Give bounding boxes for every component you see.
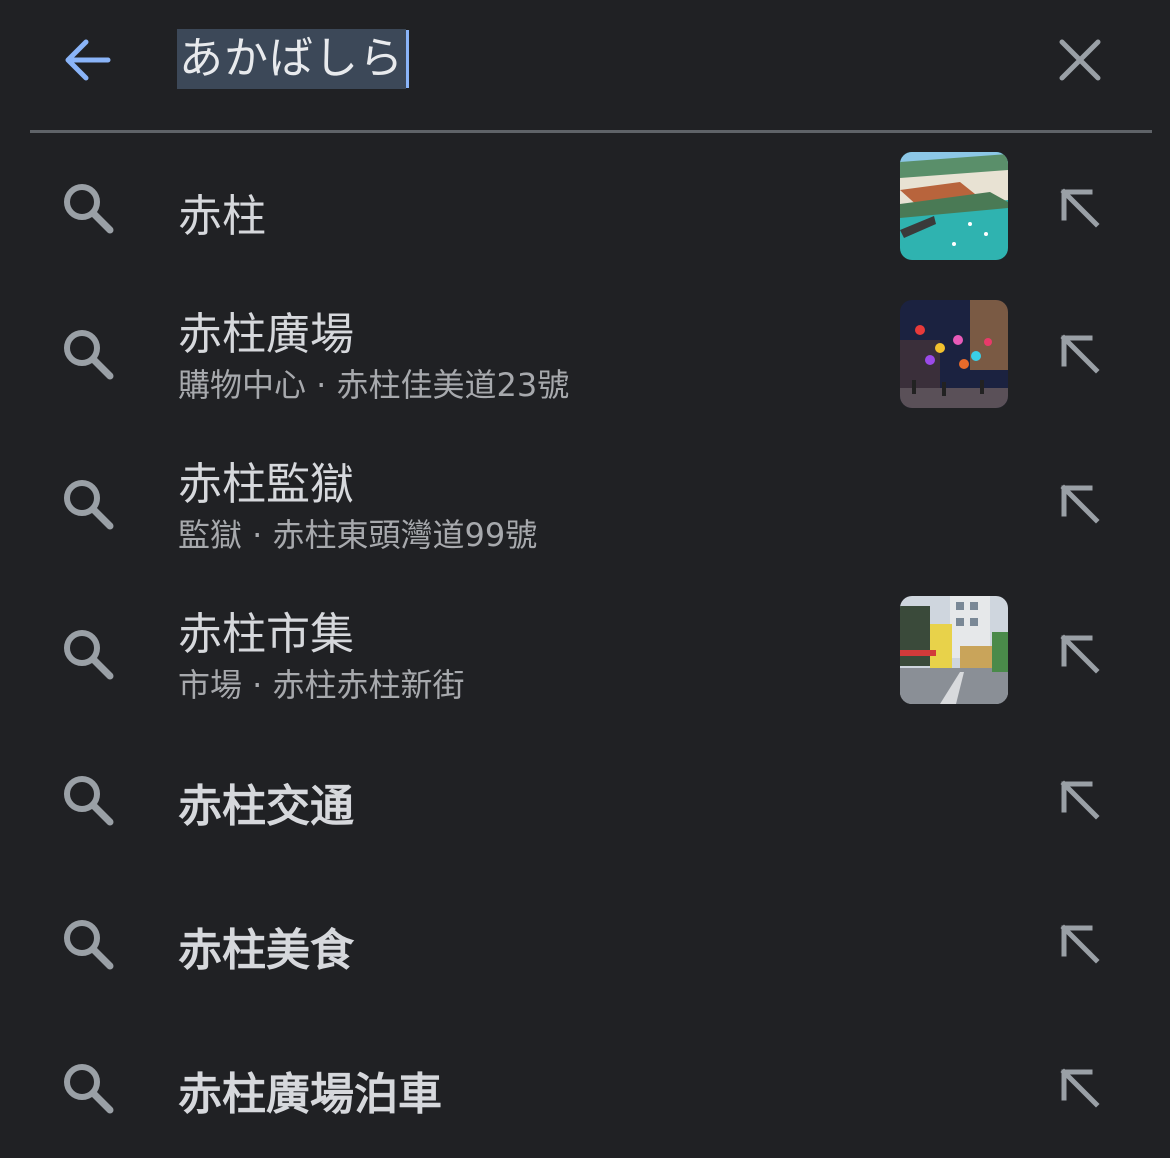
search-input[interactable]: あかばしら bbox=[177, 28, 409, 90]
search-icon bbox=[64, 480, 114, 530]
suggestion-title: 赤柱美食 bbox=[178, 925, 354, 976]
text-caret bbox=[406, 30, 409, 88]
place-thumbnail bbox=[900, 152, 1008, 260]
search-header: あかばしら bbox=[0, 0, 1170, 120]
search-icon bbox=[64, 920, 114, 970]
search-icon bbox=[64, 630, 114, 680]
suggestion-list: 赤柱 赤柱廣場 購物中心 · 赤柱佳美道23號 赤柱監獄 監獄 · 赤柱東頭灣道… bbox=[0, 134, 1170, 1158]
search-icon bbox=[64, 330, 114, 380]
suggestion-item[interactable]: 赤柱廣場泊車 bbox=[0, 1018, 1170, 1158]
arrow-up-left-icon[interactable] bbox=[1052, 626, 1108, 682]
suggestion-title: 赤柱監獄 bbox=[178, 459, 354, 510]
suggestion-title: 赤柱 bbox=[178, 191, 266, 242]
arrow-up-left-icon[interactable] bbox=[1052, 916, 1108, 972]
suggestion-item[interactable]: 赤柱監獄 監獄 · 赤柱東頭灣道99號 bbox=[0, 430, 1170, 580]
search-icon bbox=[64, 184, 114, 234]
arrow-up-left-icon[interactable] bbox=[1052, 180, 1108, 236]
close-icon bbox=[1059, 39, 1101, 81]
header-divider bbox=[30, 130, 1152, 133]
suggestion-item[interactable]: 赤柱美食 bbox=[0, 874, 1170, 1018]
arrow-up-left-icon[interactable] bbox=[1052, 1060, 1108, 1116]
suggestion-item[interactable]: 赤柱交通 bbox=[0, 730, 1170, 874]
search-query-text: あかばしら bbox=[177, 29, 406, 89]
suggestion-title: 赤柱交通 bbox=[178, 781, 354, 832]
suggestion-item[interactable]: 赤柱市集 市場 · 赤柱赤柱新街 bbox=[0, 580, 1170, 730]
suggestion-title: 赤柱市集 bbox=[178, 609, 354, 660]
suggestion-item[interactable]: 赤柱 bbox=[0, 134, 1170, 280]
arrow-left-icon bbox=[65, 39, 111, 81]
suggestion-subtitle: 購物中心 · 赤柱佳美道23號 bbox=[178, 366, 570, 404]
suggestion-title: 赤柱廣場泊車 bbox=[178, 1069, 442, 1120]
back-button[interactable] bbox=[56, 28, 120, 92]
suggestion-subtitle: 市場 · 赤柱赤柱新街 bbox=[178, 666, 465, 704]
search-icon bbox=[64, 1064, 114, 1114]
suggestion-item[interactable]: 赤柱廣場 購物中心 · 赤柱佳美道23號 bbox=[0, 280, 1170, 430]
place-thumbnail bbox=[900, 596, 1008, 704]
place-thumbnail bbox=[900, 300, 1008, 408]
arrow-up-left-icon[interactable] bbox=[1052, 772, 1108, 828]
arrow-up-left-icon[interactable] bbox=[1052, 476, 1108, 532]
search-icon bbox=[64, 776, 114, 826]
suggestion-subtitle: 監獄 · 赤柱東頭灣道99號 bbox=[178, 516, 538, 554]
arrow-up-left-icon[interactable] bbox=[1052, 326, 1108, 382]
clear-button[interactable] bbox=[1048, 28, 1112, 92]
suggestion-title: 赤柱廣場 bbox=[178, 309, 354, 360]
